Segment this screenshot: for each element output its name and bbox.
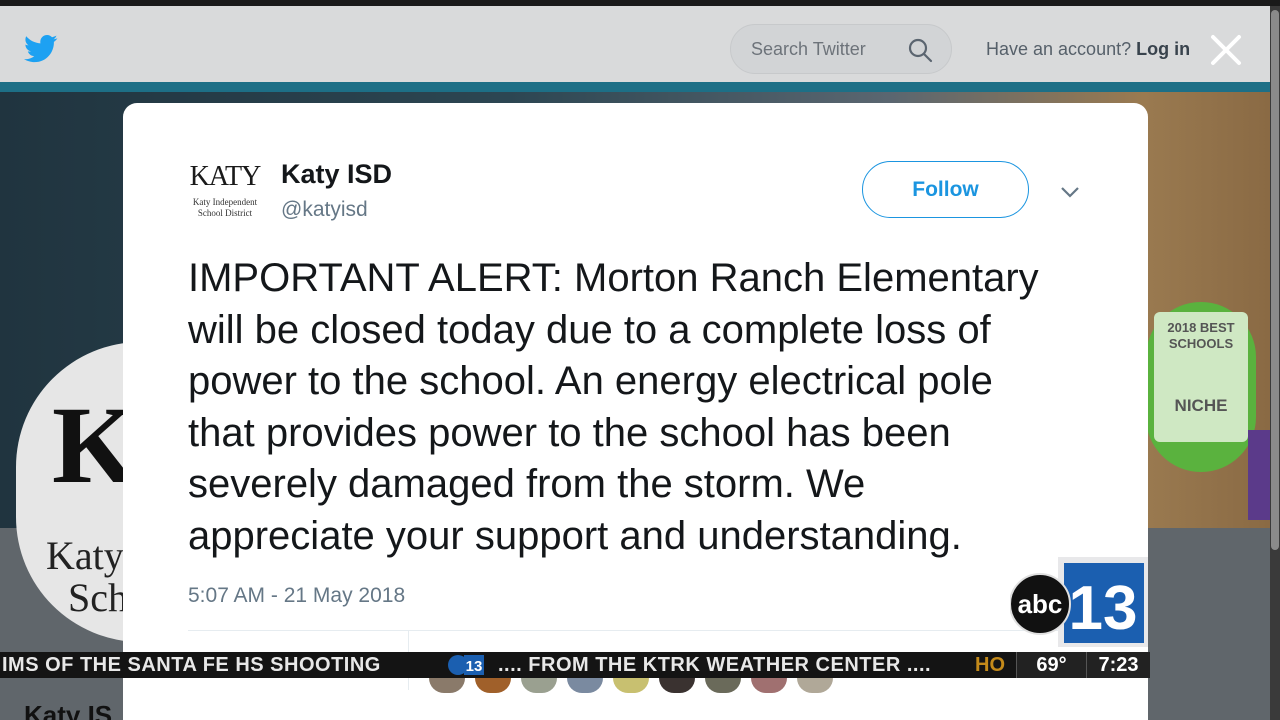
abc13-station-logo: 13 abc xyxy=(1010,557,1148,647)
abc-wordmark: abc xyxy=(1018,589,1063,619)
news-ticker: IMS OF THE SANTA FE HS SHOOTING 13 .... … xyxy=(0,652,1150,678)
badge-year-line: 2018 BEST xyxy=(1167,320,1235,335)
twitter-bird-icon[interactable] xyxy=(24,34,58,64)
scrollbar-thumb[interactable] xyxy=(1271,10,1279,550)
search-input[interactable]: Search Twitter xyxy=(730,24,952,74)
tweet-author-handle[interactable]: @katyisd xyxy=(281,198,368,222)
close-icon[interactable] xyxy=(1208,32,1244,68)
ticker-next-headline: HO xyxy=(975,654,1005,676)
tweet-divider xyxy=(188,630,1083,631)
profile-banner-strip xyxy=(0,82,1270,92)
tweet-text: IMPORTANT ALERT: Morton Ranch Elementary… xyxy=(188,256,1039,558)
search-placeholder: Search Twitter xyxy=(751,39,866,59)
katy-isd-logo[interactable]: KATY Katy Independent School District xyxy=(189,161,262,223)
badge-schools-line: SCHOOLS xyxy=(1168,336,1234,351)
logo-wordmark: KATY xyxy=(189,161,262,192)
niche-badge: 2018 BEST SCHOOLS NICHE xyxy=(1146,302,1256,472)
abc13-ticker-icon: 13 xyxy=(448,655,484,675)
avatar-text-2: Sch xyxy=(68,575,128,620)
follow-button[interactable]: Follow xyxy=(862,161,1029,218)
tweet-author-name[interactable]: Katy ISD xyxy=(281,159,392,190)
abc13-number: 13 xyxy=(1069,574,1138,643)
login-link[interactable]: Log in xyxy=(1136,39,1190,59)
niche-badge-inner: 2018 BEST SCHOOLS NICHE xyxy=(1154,312,1248,442)
logo-subtitle-1: Katy Independent xyxy=(192,197,258,207)
background-decoration xyxy=(1248,430,1270,520)
tweet-modal: KATY Katy Independent School District Ka… xyxy=(123,103,1148,720)
badge-brand: NICHE xyxy=(1174,396,1228,415)
ticker-temperature: 69° xyxy=(1016,652,1086,678)
twitter-top-bar: Search Twitter Have an account? Log in xyxy=(0,0,1280,82)
profile-name-partial: Katy IS xyxy=(24,700,113,720)
chevron-down-icon[interactable] xyxy=(1060,185,1080,199)
tweet-timestamp[interactable]: 5:07 AM - 21 May 2018 xyxy=(188,584,405,608)
ticker-clock: 7:23 xyxy=(1086,652,1150,678)
account-prompt-text: Have an account? xyxy=(986,39,1132,59)
account-prompt: Have an account? Log in xyxy=(986,39,1190,60)
logo-subtitle-2: School District xyxy=(197,208,253,218)
search-icon[interactable] xyxy=(907,37,933,63)
svg-text:13: 13 xyxy=(466,658,483,675)
ticker-headline-right: .... FROM THE KTRK WEATHER CENTER .... xyxy=(498,654,932,676)
ticker-headline-left: IMS OF THE SANTA FE HS SHOOTING xyxy=(2,654,381,676)
